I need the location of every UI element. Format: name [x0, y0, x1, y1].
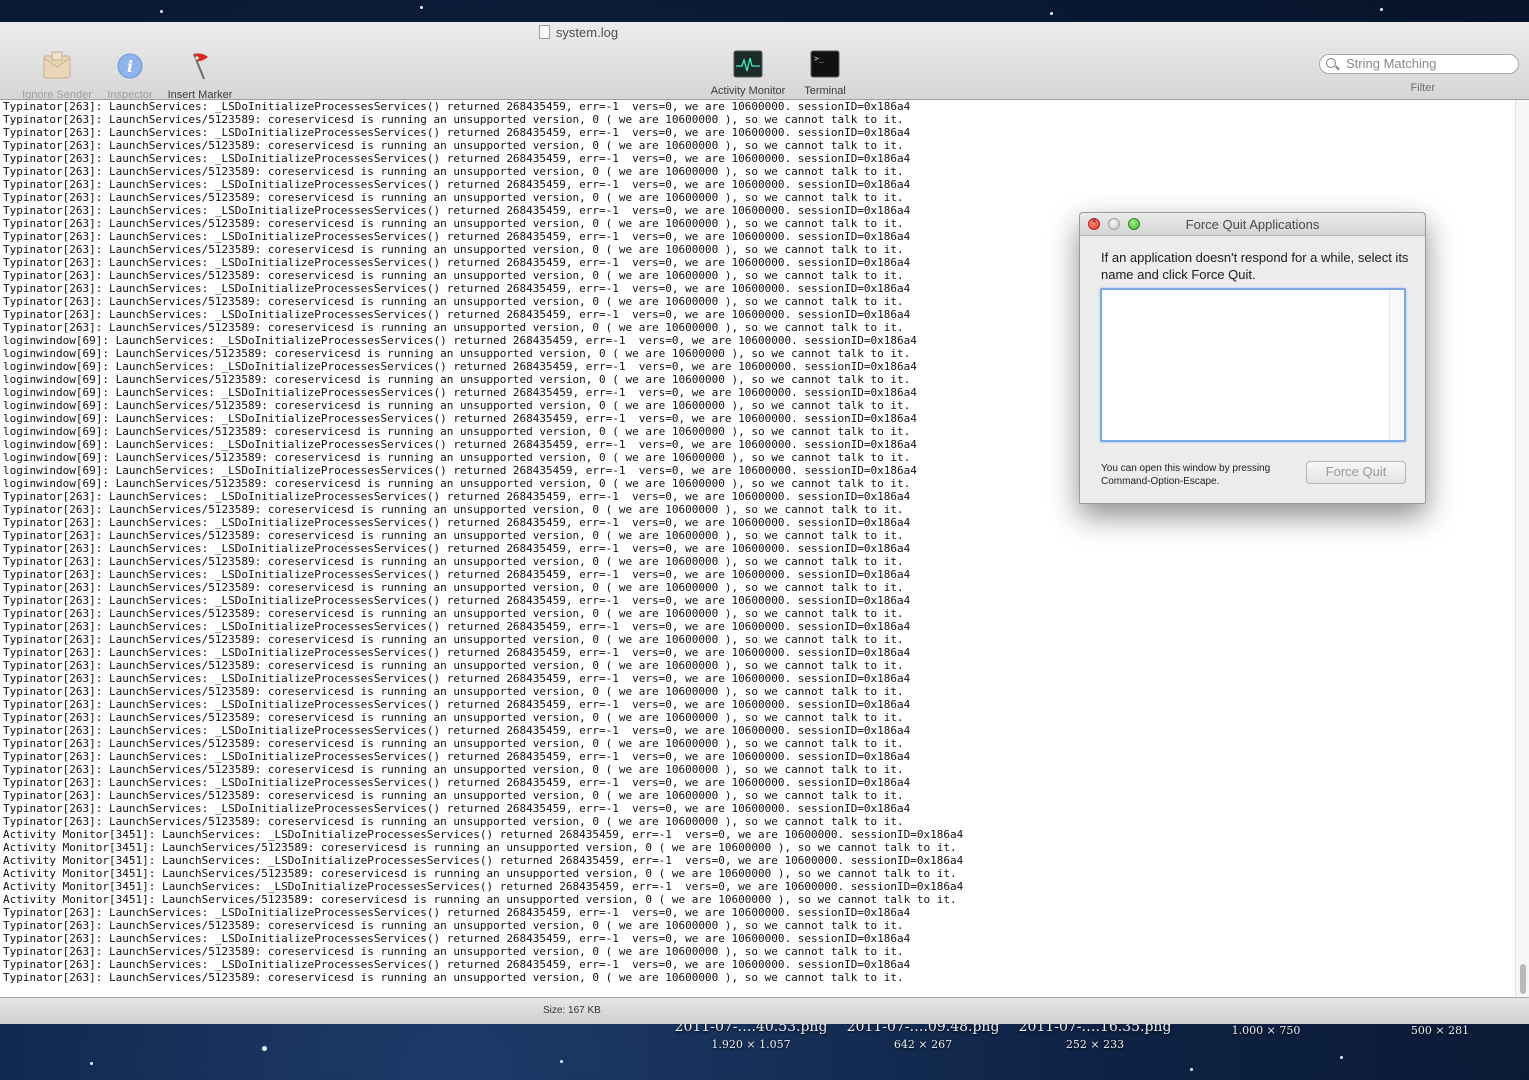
window-title: system.log	[0, 25, 1157, 40]
log-line: Typinator[263]: LaunchServices/5123589: …	[3, 685, 904, 698]
log-line: Typinator[263]: LaunchServices/5123589: …	[3, 711, 904, 724]
star	[1050, 12, 1053, 15]
log-line: Typinator[263]: LaunchServices/5123589: …	[3, 919, 904, 932]
log-line: Typinator[263]: LaunchServices/5123589: …	[3, 529, 904, 542]
star	[90, 1062, 93, 1065]
star	[160, 10, 163, 13]
desktop-file-dims: 500 × 281	[1410, 1024, 1470, 1037]
log-line: Typinator[263]: LaunchServices/5123589: …	[3, 581, 904, 594]
log-line: Typinator[263]: LaunchServices/5123589: …	[3, 139, 904, 152]
activity-monitor-label: Activity Monitor	[710, 85, 786, 97]
log-line: Typinator[263]: LaunchServices: _LSDoIni…	[3, 932, 911, 945]
force-quit-button[interactable]: Force Quit	[1306, 461, 1406, 484]
log-line: Typinator[263]: LaunchServices/5123589: …	[3, 945, 904, 958]
dialog-titlebar: Force Quit Applications	[1080, 213, 1425, 236]
log-line: Typinator[263]: LaunchServices/5123589: …	[3, 659, 904, 672]
vertical-scrollbar[interactable]	[1515, 100, 1529, 997]
log-line: Activity Monitor[3451]: LaunchServices/5…	[3, 841, 957, 854]
log-line: Typinator[263]: LaunchServices/5123589: …	[3, 555, 904, 568]
scrollbar-thumb[interactable]	[1520, 964, 1526, 994]
log-line: Typinator[263]: LaunchServices: _LSDoIni…	[3, 126, 911, 139]
log-line: Typinator[263]: LaunchServices/5123589: …	[3, 763, 904, 776]
log-line: Typinator[263]: LaunchServices: _LSDoIni…	[3, 594, 911, 607]
log-line: Typinator[263]: LaunchServices/5123589: …	[3, 815, 904, 828]
console-window: system.log Ignore Sender i Inspector Ins…	[0, 22, 1529, 1024]
log-line: Typinator[263]: LaunchServices: _LSDoIni…	[3, 178, 911, 191]
window-toolbar: system.log Ignore Sender i Inspector Ins…	[0, 22, 1529, 101]
log-line: Typinator[263]: LaunchServices/5123589: …	[3, 971, 904, 984]
log-line: Typinator[263]: LaunchServices: _LSDoIni…	[3, 646, 911, 659]
log-line: Typinator[263]: LaunchServices/5123589: …	[3, 633, 904, 646]
filter-label: Filter	[1410, 82, 1435, 94]
svg-text:i: i	[127, 57, 133, 76]
log-line: Activity Monitor[3451]: LaunchServices: …	[3, 880, 964, 893]
log-line: Typinator[263]: LaunchServices: _LSDoIni…	[3, 152, 911, 165]
desktop-file-dims: 252 × 233	[1065, 1038, 1125, 1051]
log-line: Activity Monitor[3451]: LaunchServices: …	[3, 828, 964, 841]
log-line: Typinator[263]: LaunchServices: _LSDoIni…	[3, 516, 911, 529]
terminal-icon: >_	[810, 50, 840, 78]
log-line: Typinator[263]: LaunchServices: _LSDoIni…	[3, 906, 911, 919]
desktop-file-dims: 642 × 267	[893, 1038, 953, 1051]
star	[1380, 8, 1383, 11]
window-title-text: system.log	[555, 25, 619, 40]
application-list-scrollbar[interactable]	[1389, 290, 1404, 440]
log-line: Typinator[263]: LaunchServices/5123589: …	[3, 737, 904, 750]
svg-text:>_: >_	[814, 54, 824, 63]
star	[1190, 1068, 1193, 1071]
info-icon: i	[117, 53, 143, 79]
log-line: Typinator[263]: LaunchServices: _LSDoIni…	[3, 802, 911, 815]
log-line: Typinator[263]: LaunchServices: _LSDoIni…	[3, 542, 911, 555]
dialog-message: If an application doesn't respond for a …	[1101, 250, 1409, 282]
log-line: Typinator[263]: LaunchServices: _LSDoIni…	[3, 776, 911, 789]
log-line: Typinator[263]: LaunchServices: _LSDoIni…	[3, 750, 911, 763]
dialog-hint: You can open this window by pressing Com…	[1101, 463, 1271, 487]
activity-monitor-icon	[733, 50, 763, 78]
inspector-button[interactable]: i Inspector	[103, 50, 157, 101]
log-line: Activity Monitor[3451]: LaunchServices/5…	[3, 893, 957, 906]
log-line: Typinator[263]: LaunchServices/5123589: …	[3, 607, 904, 620]
marker-flag-icon	[193, 53, 208, 80]
activity-monitor-button[interactable]: Activity Monitor	[704, 50, 792, 97]
terminal-label: Terminal	[804, 85, 846, 97]
log-line: Typinator[263]: LaunchServices: _LSDoIni…	[3, 958, 911, 971]
log-line: Typinator[263]: LaunchServices: _LSDoIni…	[3, 568, 911, 581]
star	[262, 1046, 267, 1051]
terminal-button[interactable]: >_ Terminal	[798, 50, 852, 97]
force-quit-dialog: Force Quit Applications If an applicatio…	[1079, 212, 1426, 504]
log-line: Typinator[263]: LaunchServices: _LSDoIni…	[3, 100, 911, 113]
insert-marker-button[interactable]: Insert Marker	[162, 50, 238, 101]
log-line: Typinator[263]: LaunchServices/5123589: …	[3, 503, 904, 516]
search-icon	[1326, 58, 1336, 68]
log-line: Typinator[263]: LaunchServices: _LSDoIni…	[3, 698, 911, 711]
star	[1340, 1056, 1343, 1059]
ignore-sender-icon	[43, 51, 71, 79]
log-line: Activity Monitor[3451]: LaunchServices/5…	[3, 867, 957, 880]
star	[420, 6, 423, 9]
log-line: Typinator[263]: LaunchServices: _LSDoIni…	[3, 620, 911, 633]
file-size-label: Size: 167 KB	[543, 1005, 601, 1016]
log-line: Typinator[263]: LaunchServices/5123589: …	[3, 113, 904, 126]
ignore-sender-button[interactable]: Ignore Sender	[18, 50, 96, 101]
log-line: Typinator[263]: LaunchServices/5123589: …	[3, 789, 904, 802]
desktop-file-dims: 1.920 × 1.057	[711, 1038, 791, 1051]
search-field[interactable]: String Matching	[1319, 54, 1519, 74]
log-line: Typinator[263]: LaunchServices: _LSDoIni…	[3, 724, 911, 737]
dialog-title: Force Quit Applications	[1185, 217, 1320, 232]
log-line: Typinator[263]: LaunchServices: _LSDoIni…	[3, 672, 911, 685]
status-bar: Size: 167 KB	[0, 997, 1529, 1024]
document-icon	[538, 25, 550, 39]
search-placeholder: String Matching	[1346, 56, 1437, 71]
application-list[interactable]	[1100, 288, 1406, 442]
log-line: Typinator[263]: LaunchServices/5123589: …	[3, 191, 904, 204]
log-line: Typinator[263]: LaunchServices/5123589: …	[3, 165, 904, 178]
desktop-file-dims: 1.000 × 750	[1231, 1024, 1301, 1037]
log-line: Activity Monitor[3451]: LaunchServices: …	[3, 854, 964, 867]
star	[560, 1060, 563, 1063]
